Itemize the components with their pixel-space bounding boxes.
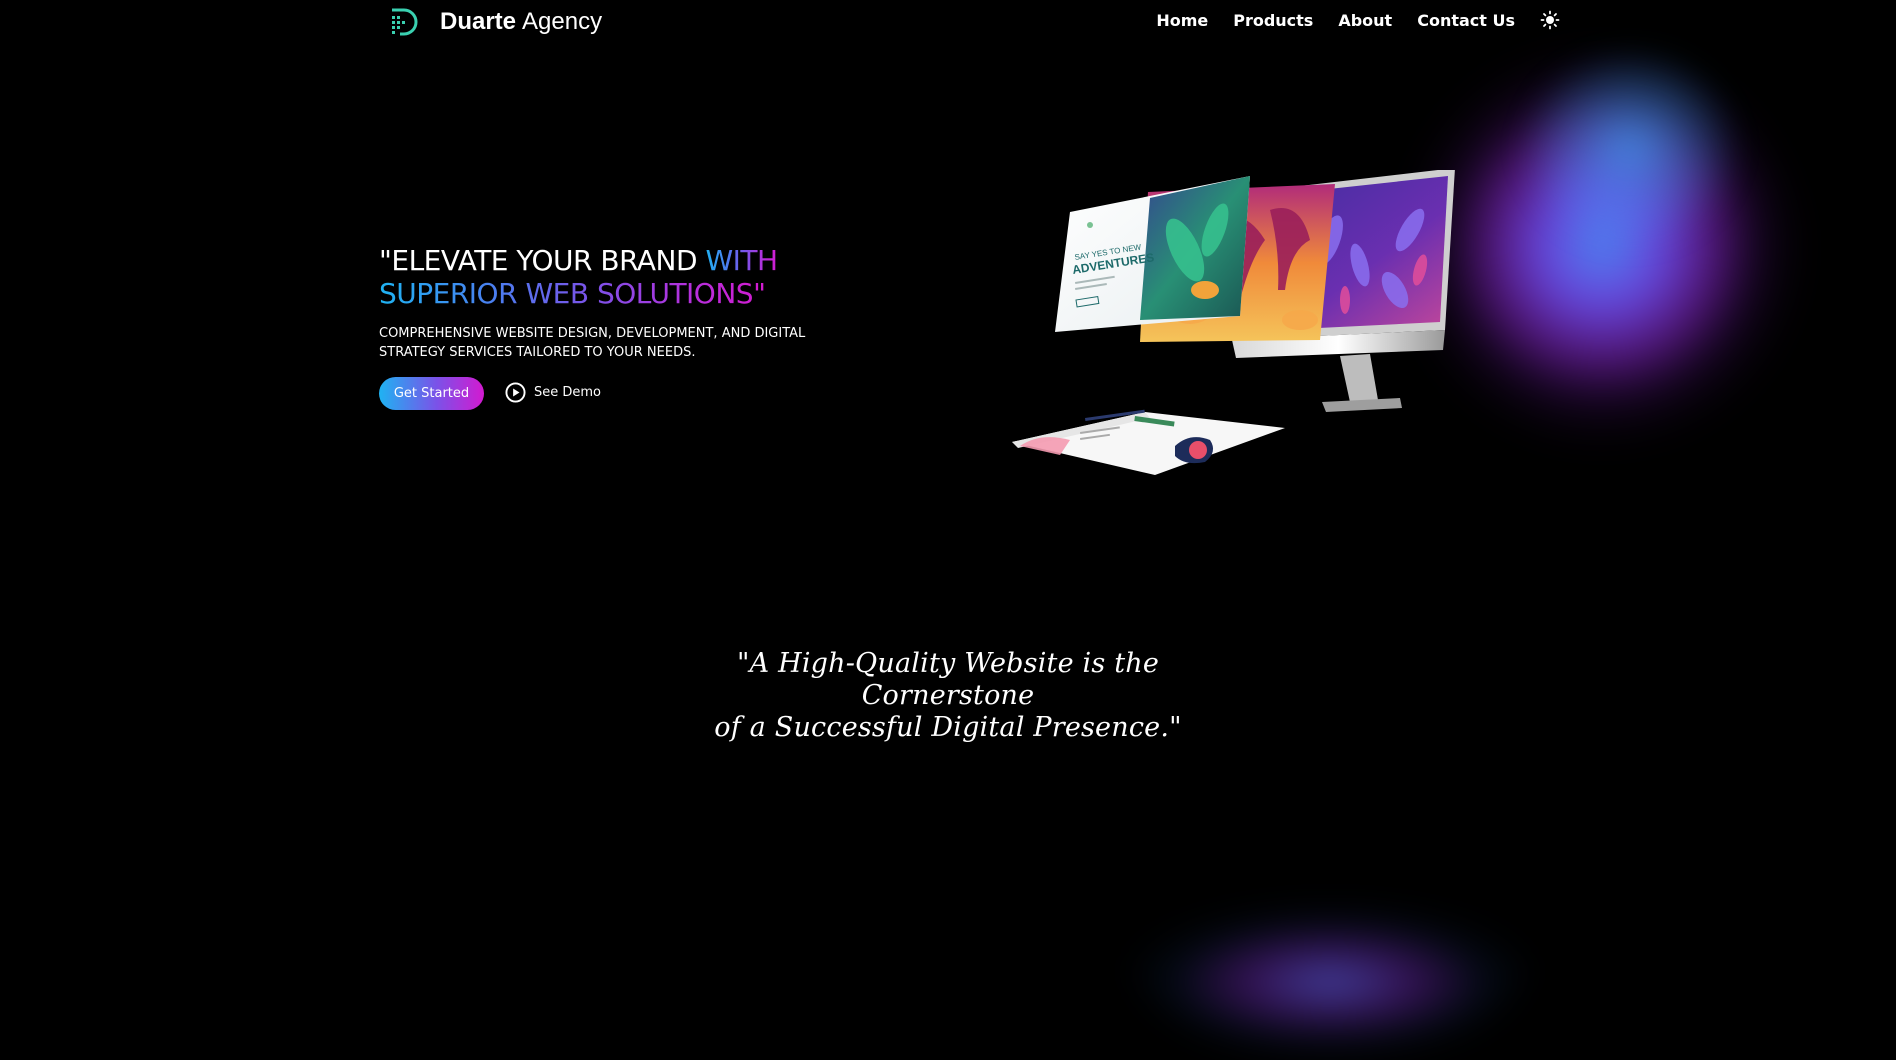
site-header: Duarte Agency Home Products About Contact…	[0, 0, 1896, 46]
hero-title: "ELEVATE YOUR BRAND WITH SUPERIOR WEB SO…	[379, 244, 939, 310]
hero-title-gradient-1: WITH	[705, 244, 778, 277]
quote: "A High-Quality Website is the Cornersto…	[648, 648, 1248, 744]
quote-line-1: "A High-Quality Website is the Cornersto…	[736, 648, 1160, 711]
main-nav: Home Products About Contact Us	[1131, 10, 1560, 30]
hero-title-plain: "ELEVATE YOUR BRAND	[379, 244, 706, 277]
nav-products[interactable]: Products	[1233, 11, 1313, 30]
nav-about[interactable]: About	[1338, 11, 1392, 30]
sun-icon	[1540, 10, 1560, 30]
background-glow-bottom	[1120, 800, 1540, 1060]
brand-name-bold: Duarte	[440, 8, 517, 35]
website-mockup-illustration: SAY YES TO NEW ADVENTURES	[1012, 170, 1455, 475]
quote-line-2: of a Successful Digital Presence."	[714, 712, 1182, 743]
brand-name-light: Agency	[522, 8, 603, 35]
theme-toggle[interactable]	[1540, 10, 1560, 30]
brand-name: Duarte Agency	[440, 8, 602, 36]
brand-logo[interactable]: Duarte Agency	[388, 6, 602, 38]
nav-home[interactable]: Home	[1156, 11, 1208, 30]
play-circle-icon	[505, 382, 526, 403]
hero-title-gradient-2: SUPERIOR WEB SOLUTIONS"	[379, 277, 766, 310]
logo-d-icon	[392, 8, 418, 36]
see-demo-label: See Demo	[534, 385, 602, 400]
see-demo-button[interactable]: See Demo	[505, 382, 601, 403]
background-glow-top-accent	[1520, 48, 1740, 248]
hero-subtitle: COMPREHENSIVE WEBSITE DESIGN, DEVELOPMEN…	[379, 326, 806, 360]
get-started-button[interactable]: Get Started	[379, 377, 484, 410]
nav-contact-us[interactable]: Contact Us	[1417, 11, 1515, 30]
